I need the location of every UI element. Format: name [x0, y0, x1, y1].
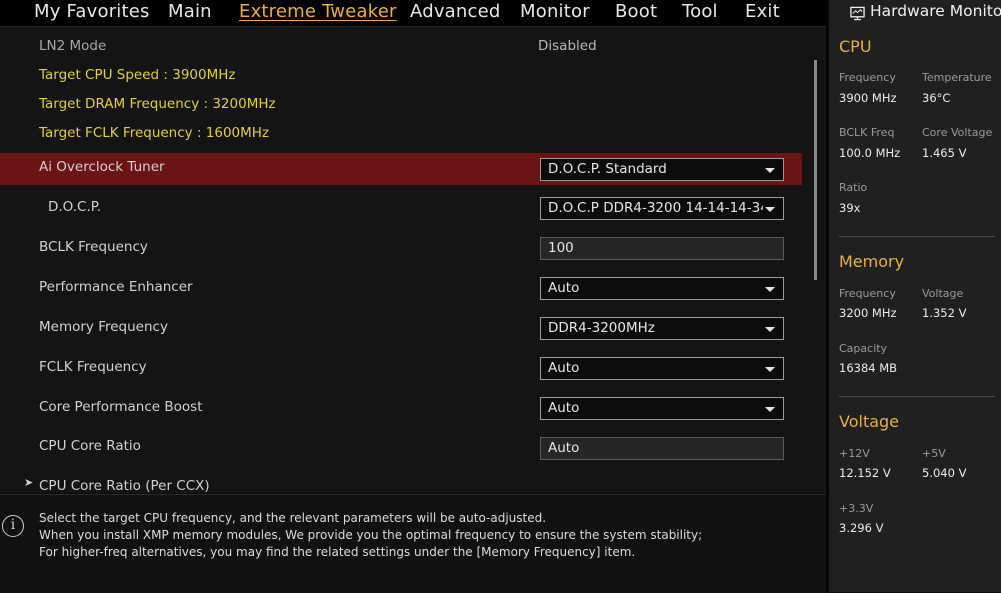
performance-enhancer-dropdown[interactable]: Auto: [540, 277, 784, 300]
setting-label: CPU Core Ratio: [39, 438, 141, 454]
hw-mem-frequency-label: Frequency: [839, 287, 896, 300]
hardware-monitor-title: Hardware Monitor: [870, 2, 1001, 20]
chevron-down-icon: [765, 327, 775, 332]
hardware-monitor-panel: Hardware Monitor CPU Frequency Temperatu…: [829, 0, 1001, 592]
hw-12v-value: 12.152 V: [839, 466, 891, 480]
hw-section-cpu: CPU: [839, 37, 872, 56]
hw-bclk-freq-label: BCLK Freq: [839, 126, 895, 139]
dropdown-value: Auto: [548, 400, 580, 416]
bclk-frequency-input[interactable]: 100: [540, 237, 784, 260]
hw-3v3-value: 3.296 V: [839, 521, 884, 535]
info-icon: i: [2, 515, 24, 537]
dropdown-value: D.O.C.P DDR4-3200 14-14-14-34: [548, 200, 763, 216]
target-text: Target CPU Speed : 3900MHz: [39, 67, 236, 83]
cpu-core-ratio-input[interactable]: Auto: [540, 437, 784, 460]
setting-label: Ai Overclock Tuner: [39, 159, 165, 175]
fclk-frequency-dropdown[interactable]: Auto: [540, 357, 784, 380]
setting-label: Performance Enhancer: [39, 279, 193, 295]
target-text: Target FCLK Frequency : 1600MHz: [39, 125, 270, 141]
input-value: 100: [548, 240, 574, 256]
chevron-down-icon: [765, 407, 775, 412]
input-value: Auto: [548, 440, 580, 456]
chevron-right-icon: ➤: [24, 476, 34, 489]
setting-label: BCLK Frequency: [39, 239, 148, 255]
hw-ratio-label: Ratio: [839, 181, 868, 194]
menu-tool[interactable]: Tool: [682, 1, 718, 22]
hw-cpu-frequency-label: Frequency: [839, 71, 896, 84]
menu-my-favorites[interactable]: My Favorites: [34, 1, 150, 22]
target-text: Target DRAM Frequency : 3200MHz: [39, 96, 276, 112]
ai-overclock-tuner-dropdown[interactable]: D.O.C.P. Standard: [540, 158, 784, 181]
help-text-line: For higher-freq alternatives, you may fi…: [39, 545, 636, 559]
setting-label: CPU Core Ratio (Per CCX): [39, 478, 210, 493]
hw-core-voltage-label: Core Voltage: [922, 126, 993, 139]
setting-label: D.O.C.P.: [48, 199, 102, 215]
dropdown-value: DDR4-3200MHz: [548, 320, 655, 336]
hw-divider: [839, 236, 995, 237]
top-menu-bar: My Favorites Main Extreme Tweaker Advanc…: [0, 0, 826, 27]
hw-section-memory: Memory: [839, 252, 905, 271]
menu-extreme-tweaker[interactable]: Extreme Tweaker: [239, 1, 397, 22]
menu-boot[interactable]: Boot: [615, 1, 657, 22]
hw-bclk-freq-value: 100.0 MHz: [839, 146, 901, 160]
menu-monitor[interactable]: Monitor: [520, 1, 590, 22]
chevron-down-icon: [765, 168, 775, 173]
hw-cpu-frequency-value: 3900 MHz: [839, 91, 897, 105]
hw-section-voltage: Voltage: [839, 412, 900, 431]
setting-label: Memory Frequency: [39, 319, 168, 335]
hw-12v-label: +12V: [839, 447, 870, 460]
docp-dropdown[interactable]: D.O.C.P DDR4-3200 14-14-14-34: [540, 197, 784, 220]
hw-mem-frequency-value: 3200 MHz: [839, 306, 897, 320]
chevron-down-icon: [765, 367, 775, 372]
hw-cpu-temperature-label: Temperature: [922, 71, 992, 84]
setting-value: Disabled: [538, 38, 597, 54]
hw-ratio-value: 39x: [839, 201, 861, 215]
hw-cpu-temperature-value: 36°C: [922, 91, 951, 105]
dropdown-value: Auto: [548, 360, 580, 376]
hw-5v-label: +5V: [922, 447, 946, 460]
setting-label: FCLK Frequency: [39, 359, 147, 375]
help-text-line: When you install XMP memory modules, We …: [39, 528, 703, 542]
menu-advanced[interactable]: Advanced: [410, 1, 501, 22]
chevron-down-icon: [765, 287, 775, 292]
settings-panel: LN2 Mode Disabled Target CPU Speed : 390…: [0, 27, 826, 493]
help-panel: i Select the target CPU frequency, and t…: [0, 494, 826, 593]
hw-mem-voltage-label: Voltage: [922, 287, 964, 300]
chevron-down-icon: [765, 207, 775, 212]
setting-label: LN2 Mode: [39, 38, 107, 54]
hw-core-voltage-value: 1.465 V: [922, 146, 967, 160]
help-text-line: Select the target CPU frequency, and the…: [39, 511, 547, 525]
dropdown-value: D.O.C.P. Standard: [548, 161, 667, 177]
setting-label: Core Performance Boost: [39, 399, 203, 415]
monitor-icon: [850, 6, 865, 21]
hw-capacity-label: Capacity: [839, 342, 888, 355]
hw-mem-voltage-value: 1.352 V: [922, 306, 967, 320]
dropdown-value: Auto: [548, 280, 580, 296]
hw-3v3-label: +3.3V: [839, 502, 874, 515]
hw-capacity-value: 16384 MB: [839, 361, 898, 375]
menu-exit[interactable]: Exit: [745, 1, 780, 22]
menu-main[interactable]: Main: [168, 1, 212, 22]
hw-5v-value: 5.040 V: [922, 466, 967, 480]
memory-frequency-dropdown[interactable]: DDR4-3200MHz: [540, 317, 784, 340]
hw-divider: [839, 396, 995, 397]
scrollbar-thumb[interactable]: [814, 60, 817, 280]
core-performance-boost-dropdown[interactable]: Auto: [540, 397, 784, 420]
